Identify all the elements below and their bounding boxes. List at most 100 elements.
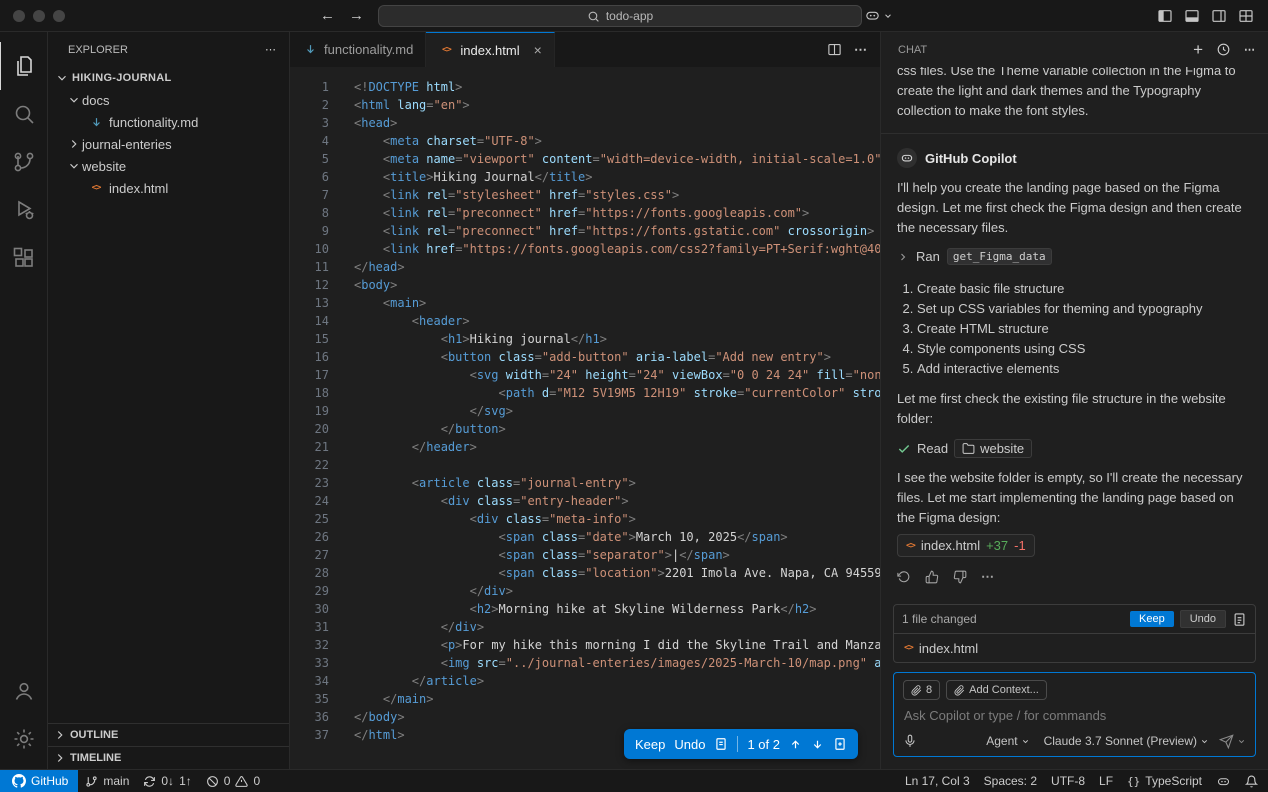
line-number[interactable]: 25: [290, 510, 329, 528]
undo-changes-button[interactable]: Undo: [1180, 610, 1226, 628]
branch-indicator[interactable]: main: [78, 770, 136, 792]
code-line[interactable]: </main>: [354, 690, 880, 708]
code-line[interactable]: <p>For my hike this morning I did the Sk…: [354, 636, 880, 654]
encoding-indicator[interactable]: UTF-8: [1044, 770, 1092, 792]
toggle-panel-icon[interactable]: [1184, 8, 1200, 24]
changed-file-chip[interactable]: <> index.html +37 -1: [897, 534, 1035, 557]
explorer-more-actions-icon[interactable]: ⋯: [265, 43, 277, 56]
code-line[interactable]: <header>: [354, 312, 880, 330]
line-number[interactable]: 32: [290, 636, 329, 654]
next-change-icon[interactable]: [811, 738, 824, 751]
tree-item-functionality-md[interactable]: functionality.md: [48, 111, 289, 133]
close-tab-icon[interactable]: ×: [534, 42, 542, 58]
copilot-status[interactable]: [1209, 770, 1238, 792]
new-chat-icon[interactable]: +: [1193, 41, 1203, 58]
view-diff-icon[interactable]: [1232, 612, 1247, 627]
read-target-chip[interactable]: website: [954, 439, 1032, 458]
code-line[interactable]: <img src="../journal-enteries/images/202…: [354, 654, 880, 672]
code-line[interactable]: </button>: [354, 420, 880, 438]
line-number[interactable]: 22: [290, 456, 329, 474]
explorer-activity-icon[interactable]: [0, 42, 48, 90]
toggle-sidebar-left-icon[interactable]: [1157, 8, 1173, 24]
source-control-activity-icon[interactable]: [0, 138, 48, 186]
cursor-position[interactable]: Ln 17, Col 3: [898, 770, 977, 792]
line-number[interactable]: 20: [290, 420, 329, 438]
back-icon[interactable]: ←: [320, 7, 335, 24]
line-number[interactable]: 9: [290, 222, 329, 240]
line-number[interactable]: 5: [290, 150, 329, 168]
accounts-activity-icon[interactable]: [0, 667, 48, 715]
changed-file-row[interactable]: <> index.html: [894, 634, 1255, 662]
line-number[interactable]: 19: [290, 402, 329, 420]
line-number[interactable]: 1: [290, 78, 329, 96]
chat-history-icon[interactable]: [1216, 42, 1231, 57]
code-line[interactable]: <span class="date">March 10, 2025</span>: [354, 528, 880, 546]
sync-indicator[interactable]: 0↓ 1↑: [136, 770, 198, 792]
tree-item-docs[interactable]: docs: [48, 89, 289, 111]
message-more-actions-icon[interactable]: ⋯: [981, 569, 995, 585]
window-controls[interactable]: [13, 10, 65, 22]
code-line[interactable]: <button class="add-button" aria-label="A…: [354, 348, 880, 366]
eol-indicator[interactable]: LF: [1092, 770, 1120, 792]
line-number[interactable]: 4: [290, 132, 329, 150]
line-number[interactable]: 17: [290, 366, 329, 384]
line-number[interactable]: 11: [290, 258, 329, 276]
forward-icon[interactable]: →: [349, 7, 364, 24]
close-window-button[interactable]: [13, 10, 25, 22]
line-number[interactable]: 35: [290, 690, 329, 708]
code-line[interactable]: [354, 456, 880, 474]
tab-functionality-md[interactable]: functionality.md: [290, 32, 426, 67]
line-number[interactable]: 24: [290, 492, 329, 510]
minimize-window-button[interactable]: [33, 10, 45, 22]
rerun-icon[interactable]: [897, 570, 911, 584]
code-line[interactable]: <head>: [354, 114, 880, 132]
line-number[interactable]: 13: [290, 294, 329, 312]
line-number[interactable]: 31: [290, 618, 329, 636]
line-number[interactable]: 27: [290, 546, 329, 564]
diff-keep-button[interactable]: Keep: [635, 737, 665, 752]
code-line[interactable]: <meta charset="UTF-8">: [354, 132, 880, 150]
code-line[interactable]: <span class="separator">|</span>: [354, 546, 880, 564]
code-line[interactable]: </div>: [354, 618, 880, 636]
code-line[interactable]: </head>: [354, 258, 880, 276]
command-center-search[interactable]: todo-app: [378, 5, 862, 27]
line-number[interactable]: 28: [290, 564, 329, 582]
editor-more-actions-icon[interactable]: ⋯: [854, 42, 868, 58]
line-number[interactable]: 3: [290, 114, 329, 132]
line-number[interactable]: 6: [290, 168, 329, 186]
editor-code[interactable]: <!DOCTYPE html><html lang="en"><head> <m…: [354, 78, 880, 769]
chat-more-actions-icon[interactable]: ⋯: [1244, 43, 1256, 56]
timeline-section[interactable]: TIMELINE: [48, 746, 289, 769]
code-line[interactable]: <link rel="preconnect" href="https://fon…: [354, 204, 880, 222]
line-number[interactable]: 37: [290, 726, 329, 744]
line-number[interactable]: 8: [290, 204, 329, 222]
attachments-chip[interactable]: 8: [903, 680, 940, 700]
line-number[interactable]: 23: [290, 474, 329, 492]
outline-section[interactable]: OUTLINE: [48, 723, 289, 746]
code-line[interactable]: </body>: [354, 708, 880, 726]
code-line[interactable]: <path d="M12 5V19M5 12H19" stroke="curre…: [354, 384, 880, 402]
code-line[interactable]: <article class="journal-entry">: [354, 474, 880, 492]
code-line[interactable]: <h1>Hiking journal</h1>: [354, 330, 880, 348]
line-number[interactable]: 2: [290, 96, 329, 114]
chat-input-box[interactable]: 8 Add Context... Ask Copilot or type / f…: [893, 672, 1256, 757]
previous-change-icon[interactable]: [789, 738, 802, 751]
code-line[interactable]: <body>: [354, 276, 880, 294]
problems-indicator[interactable]: 0 0: [199, 770, 267, 792]
thumbs-down-icon[interactable]: [953, 570, 967, 584]
code-line[interactable]: <link rel="preconnect" href="https://fon…: [354, 222, 880, 240]
line-number[interactable]: 30: [290, 600, 329, 618]
code-line[interactable]: <meta name="viewport" content="width=dev…: [354, 150, 880, 168]
toggle-sidebar-right-icon[interactable]: [1211, 8, 1227, 24]
code-line[interactable]: <svg width="24" height="24" viewBox="0 0…: [354, 366, 880, 384]
tree-item-index-html[interactable]: <> index.html: [48, 177, 289, 199]
diff-file-icon[interactable]: [714, 737, 728, 751]
line-number[interactable]: 29: [290, 582, 329, 600]
send-icon[interactable]: [1219, 734, 1234, 749]
tab-index-html[interactable]: <> index.html ×: [426, 32, 554, 67]
line-number[interactable]: 36: [290, 708, 329, 726]
settings-activity-icon[interactable]: [0, 715, 48, 763]
split-editor-icon[interactable]: [827, 42, 842, 57]
run-debug-activity-icon[interactable]: [0, 186, 48, 234]
code-line[interactable]: <html lang="en">: [354, 96, 880, 114]
